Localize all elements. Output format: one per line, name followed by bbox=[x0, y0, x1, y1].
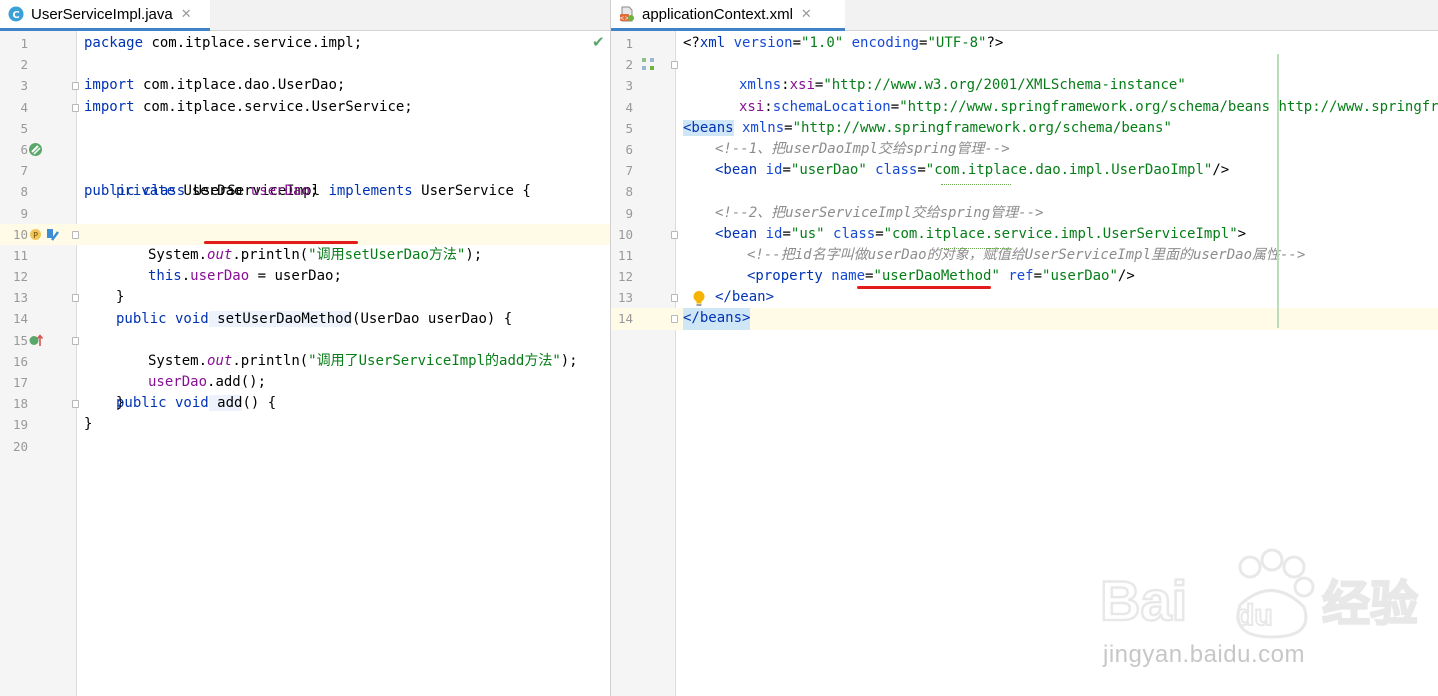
code-line: 1 <?xml version="1.0" encoding="UTF-8"?> bbox=[625, 35, 1004, 51]
code-line: 12 <property name="userDaoMethod" ref="us… bbox=[617, 268, 1135, 285]
red-annotation-underline bbox=[204, 241, 358, 244]
code-line: 11 <!--把id名字叫做userDao的对象，赋值给UserServiceIm… bbox=[617, 246, 1306, 263]
fold-marker-icon[interactable] bbox=[72, 294, 79, 303]
left-tab-bar: C UserServiceImpl.java ✕ bbox=[0, 0, 610, 31]
code-line: 18} bbox=[12, 395, 125, 412]
code-line: 17 userDao.add(); bbox=[12, 374, 267, 390]
code-line: 4 xsi:schemaLocation="http://www.springfr… bbox=[625, 98, 1438, 115]
xml-editor-pane[interactable]: <> applicationContext.xml ✕ 1 <?xml versi… bbox=[611, 0, 1438, 696]
tab-label: applicationContext.xml bbox=[642, 5, 793, 23]
code-line: 13} bbox=[12, 289, 125, 306]
code-line: 15 public void add() { bbox=[12, 332, 277, 412]
code-line: 13 </bean> bbox=[617, 289, 775, 306]
fold-marker-icon[interactable] bbox=[72, 103, 79, 112]
fold-marker-icon[interactable] bbox=[72, 82, 79, 91]
java-editor-pane[interactable]: C UserServiceImpl.java ✕ ✔ 1 package com.… bbox=[0, 0, 610, 696]
override-method-icon[interactable]: P bbox=[29, 228, 42, 241]
implementing-class-icon[interactable] bbox=[28, 142, 43, 157]
tab-userserviceimpl-java[interactable]: C UserServiceImpl.java ✕ bbox=[0, 0, 210, 31]
code-line: 6 <!--1、把userDaoImpl交给spring管理--> bbox=[625, 140, 1010, 157]
code-line: 5 bbox=[625, 120, 633, 136]
close-icon[interactable]: ✕ bbox=[181, 7, 192, 22]
java-code-area[interactable]: 1 package com.itplace.service.impl; 2 3 im… bbox=[0, 33, 610, 457]
fold-marker-icon[interactable] bbox=[72, 336, 79, 345]
code-line: 8 private UserDao userDao; bbox=[20, 183, 319, 200]
svg-text:du: du bbox=[1236, 599, 1273, 632]
fold-marker-icon[interactable] bbox=[671, 61, 678, 70]
code-line-current: 14 </beans> bbox=[611, 308, 1438, 330]
code-line: 10 <bean id="us" class="com.itplace.servi… bbox=[617, 225, 1247, 242]
spring-beans-gutter-icon[interactable] bbox=[641, 57, 655, 71]
tab-label: UserServiceImpl.java bbox=[31, 5, 173, 23]
code-line: 9 bbox=[20, 205, 28, 221]
code-line: 19} bbox=[12, 416, 93, 433]
fold-marker-icon[interactable] bbox=[671, 315, 678, 324]
java-class-icon: C bbox=[8, 6, 24, 22]
edit-pencil-icon[interactable] bbox=[45, 227, 60, 242]
code-line: 14 bbox=[12, 311, 28, 327]
code-line: 9 <!--2、把userServiceImpl交给spring管理--> bbox=[625, 204, 1044, 221]
svg-text:经验: 经验 bbox=[1322, 576, 1418, 632]
svg-text:<>: <> bbox=[619, 15, 629, 22]
close-icon[interactable]: ✕ bbox=[801, 7, 812, 22]
code-line: 16 System.out.println("调用了UserServiceImpl… bbox=[12, 352, 578, 369]
tab-applicationcontext-xml[interactable]: <> applicationContext.xml ✕ bbox=[611, 0, 845, 31]
svg-text:C: C bbox=[12, 10, 19, 21]
right-tab-bar: <> applicationContext.xml ✕ bbox=[611, 0, 1438, 31]
xml-code-area[interactable]: 1 <?xml version="1.0" encoding="UTF-8"?> … bbox=[611, 33, 1438, 330]
svg-text:P: P bbox=[33, 231, 38, 240]
code-line: 2 bbox=[20, 57, 28, 73]
fold-marker-icon[interactable] bbox=[72, 230, 79, 239]
code-line: 20 bbox=[12, 438, 28, 454]
code-line: 5 bbox=[20, 120, 28, 136]
red-annotation-underline bbox=[857, 286, 991, 289]
intention-bulb-icon[interactable] bbox=[692, 290, 706, 308]
code-line: 6 public class UserServiceImpl implement… bbox=[20, 141, 531, 200]
spring-xml-file-icon: <> bbox=[619, 6, 634, 22]
code-line: 3 import com.itplace.dao.UserDao; bbox=[20, 77, 346, 94]
code-line: 7 <bean id="userDao" class="com.itplace.d… bbox=[625, 162, 1230, 179]
svg-text:Bai: Bai bbox=[1100, 569, 1187, 632]
fold-marker-icon[interactable] bbox=[671, 230, 678, 239]
code-line: 1 package com.itplace.service.impl; bbox=[20, 35, 363, 51]
code-line: 12 this.userDao = userDao; bbox=[12, 268, 342, 285]
code-line: 2 <beans xmlns="http://www.springframewo… bbox=[625, 57, 1172, 136]
watermark-site-text: jingyan.baidu.com bbox=[1103, 641, 1305, 668]
fold-marker-icon[interactable] bbox=[671, 294, 678, 303]
code-line: 4 import com.itplace.service.UserService; bbox=[20, 98, 413, 115]
code-line: 8 bbox=[625, 184, 633, 200]
code-line: 7 bbox=[20, 163, 28, 179]
vcs-change-marker[interactable] bbox=[1277, 54, 1279, 328]
code-line: 3 xmlns:xsi="http://www.w3.org/2001/XMLSc… bbox=[625, 77, 1186, 94]
fold-marker-icon[interactable] bbox=[72, 400, 79, 409]
code-line: 11 System.out.println("调用setUserDao方法"); bbox=[12, 246, 483, 263]
implemented-method-icon[interactable] bbox=[29, 333, 43, 347]
